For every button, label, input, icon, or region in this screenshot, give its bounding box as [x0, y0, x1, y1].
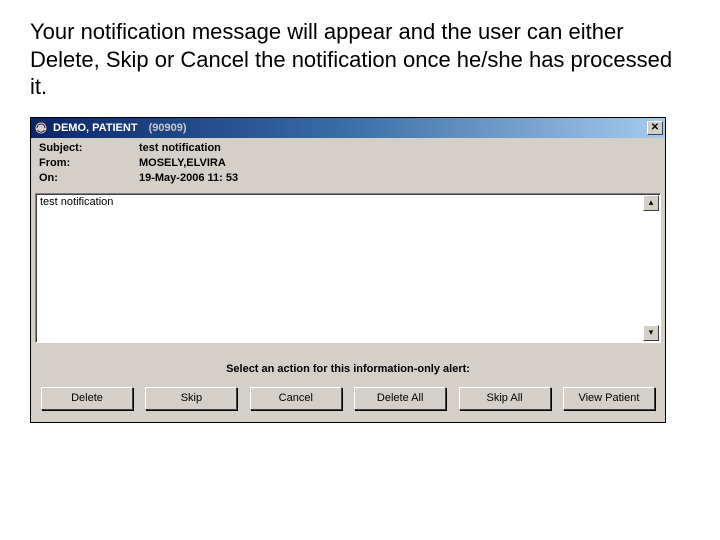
action-prompt: Select an action for this information-on… — [31, 343, 665, 383]
title-patient-name: DEMO, PATIENT — [53, 122, 138, 134]
view-patient-button[interactable]: View Patient — [563, 387, 655, 410]
skip-button[interactable]: Skip — [145, 387, 237, 410]
scroll-up-button[interactable]: ▴ — [643, 195, 659, 211]
cancel-button[interactable]: Cancel — [250, 387, 342, 410]
title-patient-id: (90909) — [149, 122, 187, 134]
scroll-down-button[interactable]: ▾ — [643, 325, 659, 341]
value-from: MOSELY,ELVIRA — [139, 157, 238, 172]
label-subject: Subject: — [39, 142, 139, 157]
label-on: On: — [39, 172, 139, 187]
message-body[interactable]: test notification ▴ ▾ — [35, 193, 661, 343]
delete-button[interactable]: Delete — [41, 387, 133, 410]
label-from: From: — [39, 157, 139, 172]
value-on: 19-May-2006 11: 53 — [139, 172, 238, 187]
titlebar: DEMO, PATIENT (90909) ✕ — [31, 118, 665, 138]
message-text: test notification — [40, 196, 113, 208]
value-subject: test notification — [139, 142, 238, 157]
skip-all-button[interactable]: Skip All — [459, 387, 551, 410]
header-info-panel: Subject: From: On: test notification MOS… — [31, 138, 665, 193]
delete-all-button[interactable]: Delete All — [354, 387, 446, 410]
notification-dialog: DEMO, PATIENT (90909) ✕ Subject: From: O… — [30, 117, 666, 423]
app-icon — [33, 120, 49, 136]
close-button[interactable]: ✕ — [647, 121, 663, 135]
action-button-row: Delete Skip Cancel Delete All Skip All V… — [31, 383, 665, 422]
instruction-caption: Your notification message will appear an… — [0, 0, 720, 109]
window-title: DEMO, PATIENT (90909) — [53, 122, 187, 134]
